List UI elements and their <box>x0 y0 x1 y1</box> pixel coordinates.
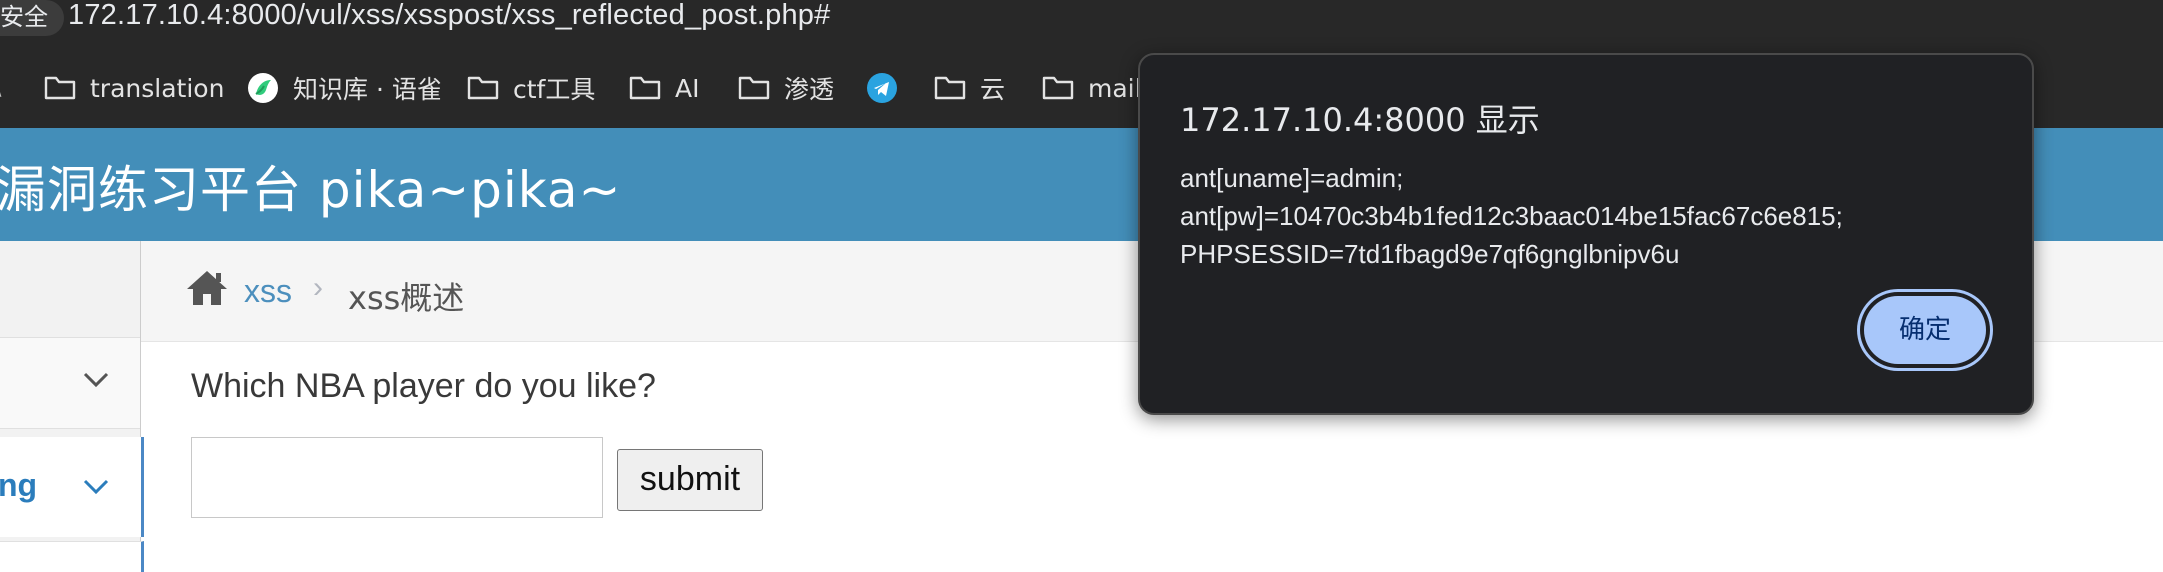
bookmark-telegram[interactable] <box>866 71 912 105</box>
breadcrumb-link-xss[interactable]: xss <box>244 273 292 310</box>
submit-button[interactable]: submit <box>617 449 763 511</box>
alert-dialog: 172.17.10.4:8000 显示 ant[uname]=admin; an… <box>1138 53 2034 415</box>
bookmark-yuque[interactable]: 知识库 · 语雀 <box>247 71 442 105</box>
security-chip[interactable]: 安全 <box>0 0 64 36</box>
folder-icon <box>1042 76 1074 100</box>
bookmark-mail[interactable]: mail <box>1042 71 1142 105</box>
bookmark-translation[interactable]: translation <box>44 71 224 105</box>
dialog-message: ant[uname]=admin; ant[pw]=10470c3b4b1fed… <box>1180 163 1843 269</box>
home-icon[interactable] <box>185 268 229 308</box>
bookmark-label: 云 <box>980 75 1006 104</box>
bookmark-label: ctf工具 <box>513 75 596 104</box>
folder-icon <box>629 76 661 100</box>
bookmark-label: translation <box>90 73 225 103</box>
sidebar: ng <box>0 241 144 572</box>
chevron-down-icon <box>83 479 109 495</box>
bookmark-pentest[interactable]: 渗透 <box>738 71 834 105</box>
telegram-icon <box>867 73 897 103</box>
site-title: 漏洞练习平台 pika~pika~ <box>0 161 622 219</box>
breadcrumb-separator: › <box>313 271 323 304</box>
bookmark-ctf-tools[interactable]: ctf工具 <box>467 71 595 105</box>
sidebar-item-active[interactable]: ng <box>0 437 144 537</box>
bookmark-label: AI <box>675 73 700 103</box>
bookmark-edge-item[interactable]: \ <box>0 71 1 105</box>
question-text: Which NBA player do you like? <box>191 367 656 405</box>
url-field[interactable]: 172.17.10.4:8000/vul/xss/xsspost/xss_ref… <box>68 0 830 32</box>
folder-icon <box>934 76 966 100</box>
bookmark-label: mail <box>1088 73 1142 103</box>
bookmark-cloud[interactable]: 云 <box>934 71 1005 105</box>
ok-button[interactable]: 确定 <box>1864 296 1986 364</box>
bookmark-ai[interactable]: AI <box>629 71 699 105</box>
player-input[interactable] <box>191 437 603 518</box>
bookmark-label: 知识库 · 语雀 <box>293 75 442 104</box>
sidebar-item-collapsed[interactable] <box>0 337 140 429</box>
sidebar-item-next[interactable] <box>0 541 144 572</box>
dialog-title: 172.17.10.4:8000 显示 <box>1180 101 1540 139</box>
security-label: 安全 <box>0 3 48 31</box>
folder-icon <box>738 76 770 100</box>
sidebar-item-label: ng <box>0 467 38 503</box>
folder-icon <box>467 76 499 100</box>
chevron-down-icon <box>83 372 109 388</box>
address-bar: 安全 172.17.10.4:8000/vul/xss/xsspost/xss_… <box>0 0 2163 44</box>
breadcrumb-current: xss概述 <box>348 279 465 317</box>
bookmark-label: 渗透 <box>784 75 835 104</box>
folder-icon <box>44 76 76 100</box>
yuque-icon <box>248 73 278 103</box>
